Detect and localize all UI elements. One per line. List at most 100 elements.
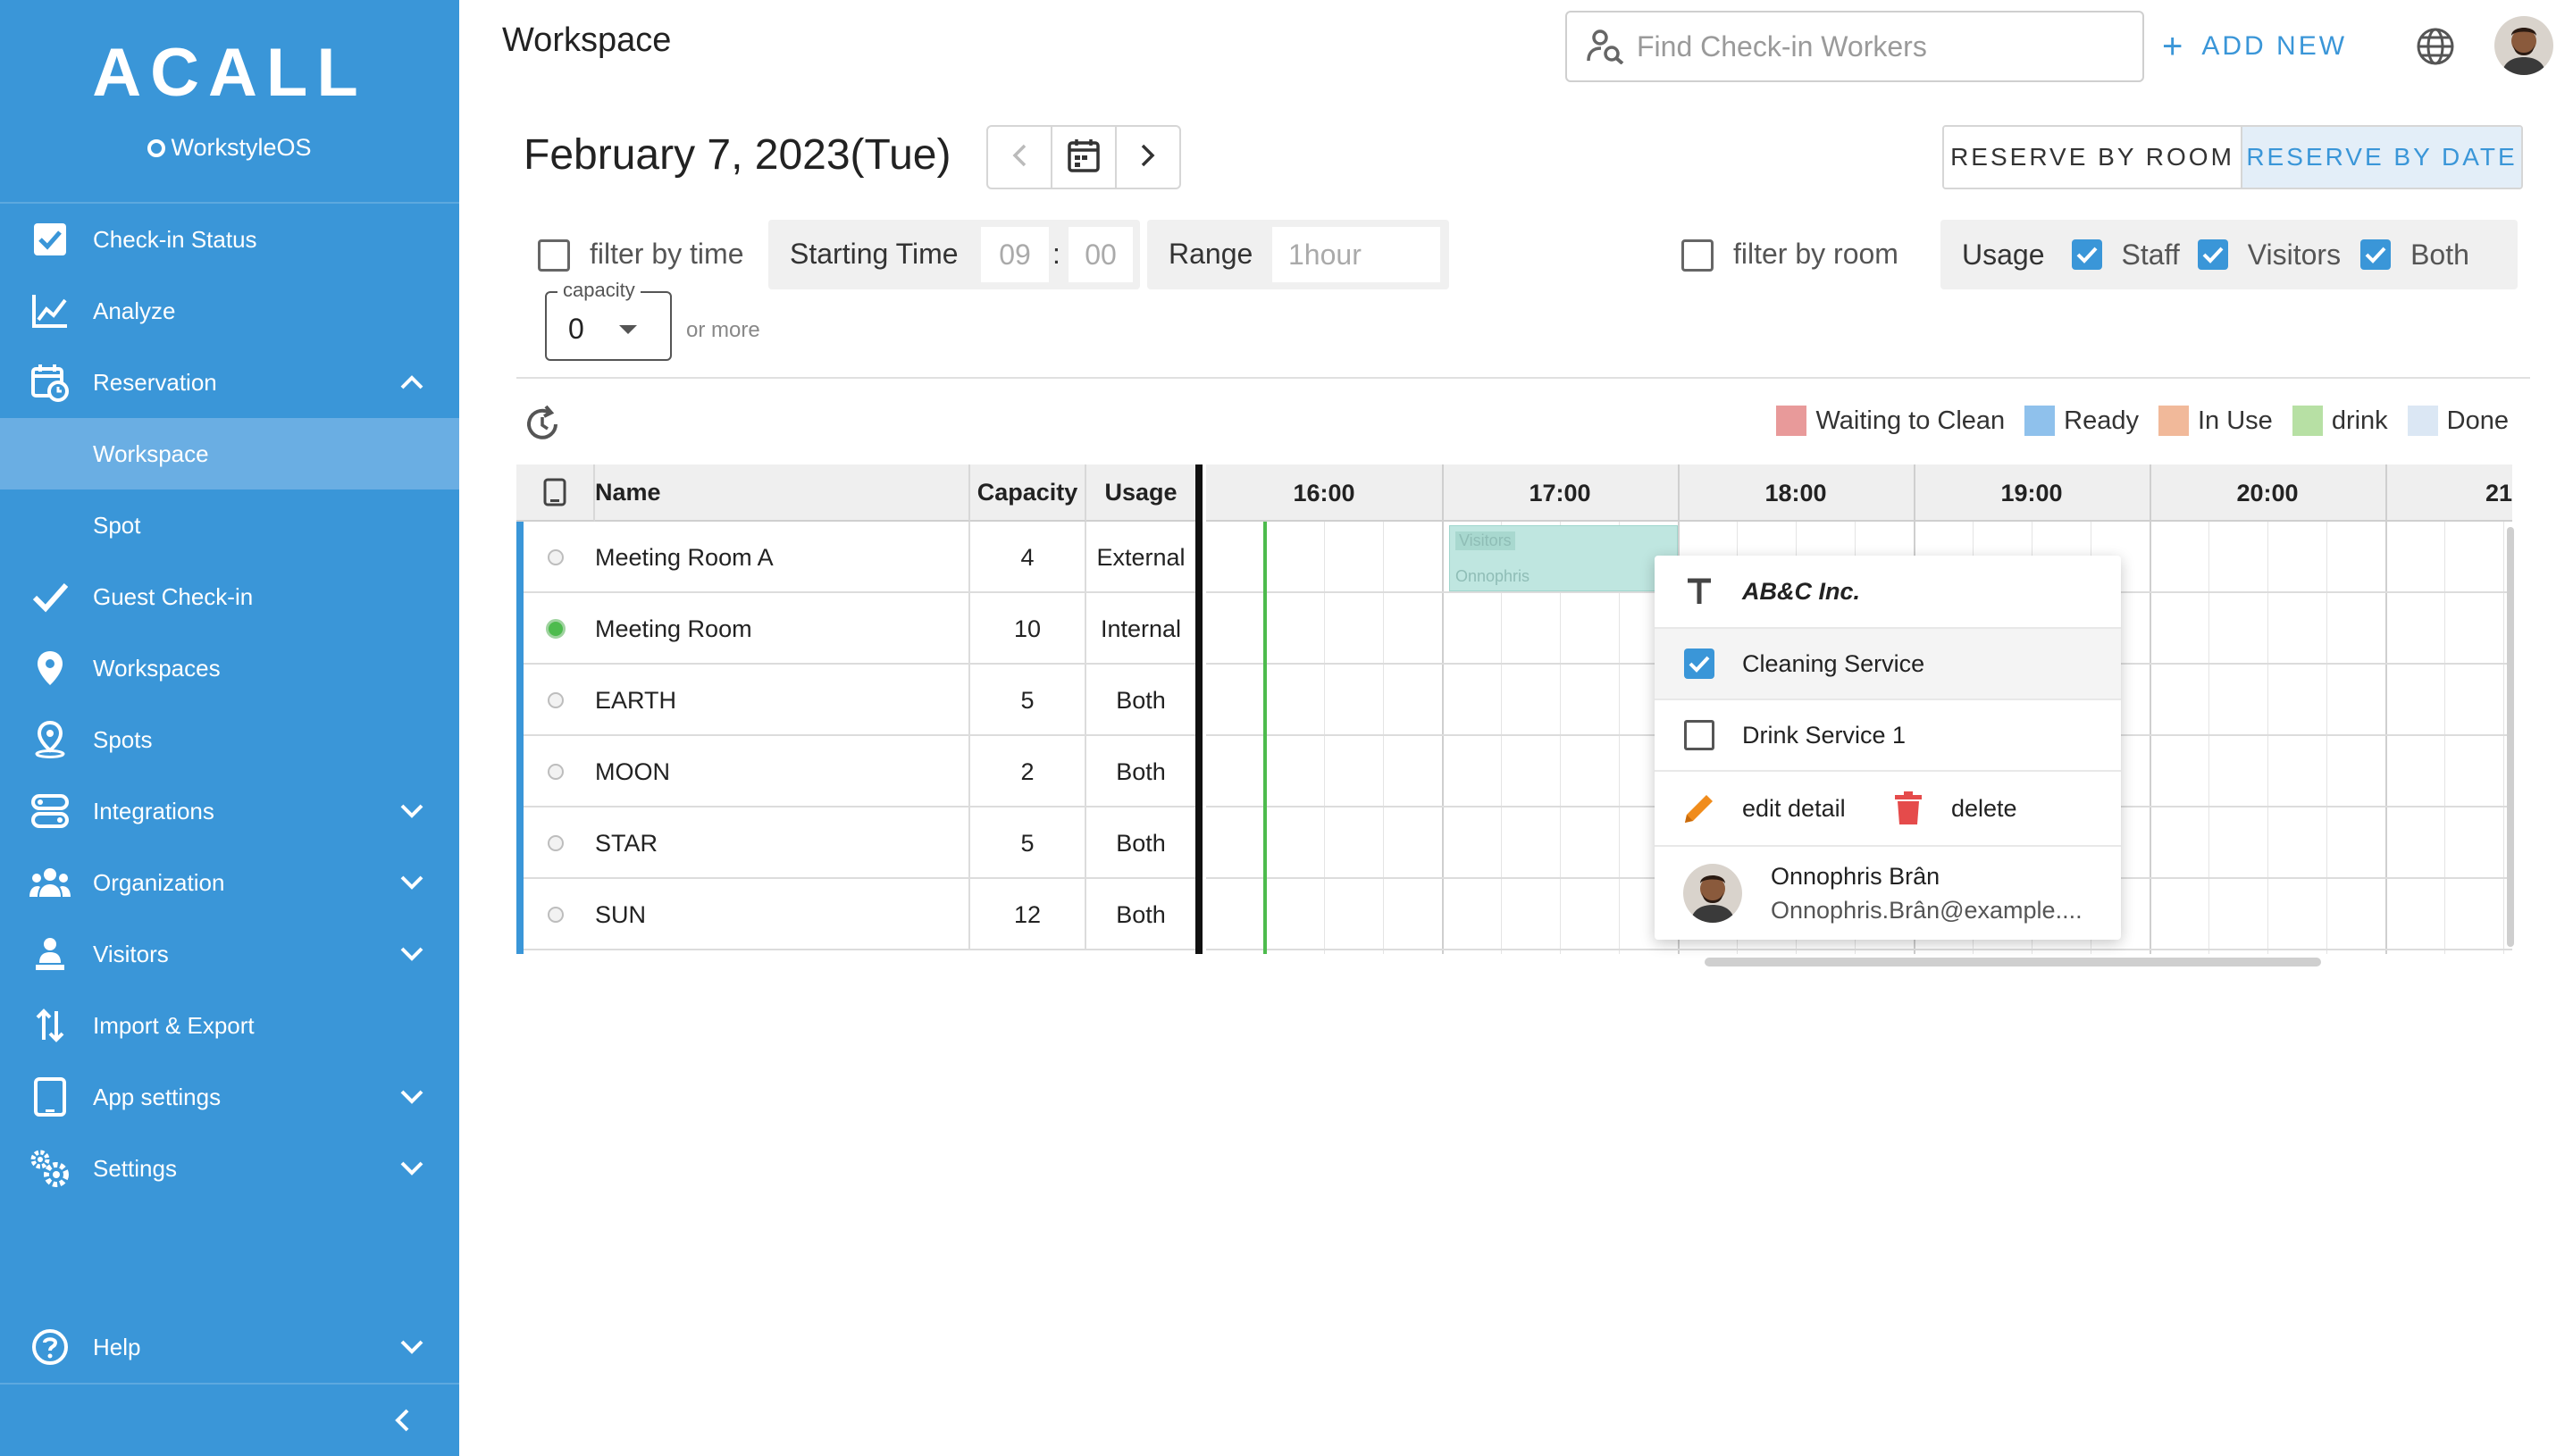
status-dot-active bbox=[546, 619, 566, 639]
both-checkbox[interactable] bbox=[2360, 239, 2392, 270]
legend-swatch bbox=[1776, 406, 1807, 436]
caret-down-icon bbox=[618, 323, 638, 339]
visitors-label: Visitors bbox=[2247, 238, 2342, 271]
sidebar-item-checkin-status[interactable]: Check-in Status bbox=[0, 204, 459, 275]
sidebar-item-spot[interactable]: Spot bbox=[0, 490, 459, 561]
location-pin-icon bbox=[29, 718, 71, 761]
globe-icon[interactable] bbox=[2416, 27, 2455, 66]
room-name: SUN bbox=[595, 879, 970, 950]
room-name: Meeting Room A bbox=[595, 522, 970, 593]
sidebar-item-organization[interactable]: Organization bbox=[0, 847, 459, 918]
reservation-block[interactable]: Visitors Onnophris bbox=[1449, 525, 1678, 591]
table-row[interactable]: MOON 2 Both bbox=[516, 736, 1195, 807]
cleaning-service-option[interactable]: Cleaning Service bbox=[1655, 629, 2121, 700]
popup-title-row: AB&C Inc. bbox=[1655, 556, 2121, 629]
avatar[interactable] bbox=[2494, 16, 2553, 75]
status-dot bbox=[548, 835, 564, 851]
sidebar-item-guest-checkin[interactable]: Guest Check-in bbox=[0, 561, 459, 632]
status-dot bbox=[548, 907, 564, 923]
add-new-button[interactable]: + ADD NEW bbox=[2162, 25, 2347, 68]
grid-line bbox=[2503, 522, 2504, 954]
drink-service-label: Drink Service 1 bbox=[1742, 721, 1907, 749]
sidebar-item-workspace[interactable]: Workspace bbox=[0, 418, 459, 490]
prev-day-button[interactable] bbox=[988, 127, 1051, 188]
sidebar-item-label: Visitors bbox=[93, 940, 169, 967]
room-name: EARTH bbox=[595, 665, 970, 736]
room-table: Name Capacity Usage Meeting Room A 4 Ext… bbox=[516, 464, 1195, 954]
capacity-value: 0 bbox=[568, 313, 584, 345]
sidebar-item-app-settings[interactable]: App settings bbox=[0, 1061, 459, 1133]
both-label: Both bbox=[2410, 238, 2469, 271]
table-accent-bar bbox=[516, 522, 524, 954]
table-row[interactable]: STAR 5 Both bbox=[516, 807, 1195, 879]
legend-swatch bbox=[2407, 406, 2438, 436]
visitors-checkbox[interactable] bbox=[2197, 239, 2228, 270]
search-input[interactable] bbox=[1635, 29, 2117, 64]
next-day-button[interactable] bbox=[1115, 127, 1179, 188]
table-row[interactable]: SUN 12 Both bbox=[516, 879, 1195, 950]
ring-icon bbox=[147, 139, 166, 157]
capacity-label: capacity bbox=[557, 279, 641, 302]
hour-label: 20:00 bbox=[2236, 479, 2299, 506]
staff-checkbox[interactable] bbox=[2071, 239, 2102, 270]
calendar-button[interactable] bbox=[1051, 127, 1115, 188]
divider bbox=[516, 377, 2530, 379]
map-pin-icon bbox=[29, 647, 71, 690]
sidebar-item-workspaces[interactable]: Workspaces bbox=[0, 632, 459, 704]
sidebar-item-label: Reservation bbox=[93, 368, 217, 396]
search-box[interactable] bbox=[1565, 11, 2144, 82]
sidebar-item-reservation[interactable]: Reservation bbox=[0, 347, 459, 418]
vertical-scrollbar[interactable] bbox=[2507, 527, 2514, 947]
grid-line bbox=[2326, 522, 2327, 954]
reserve-by-room-button[interactable]: RESERVE BY ROOM bbox=[1944, 127, 2241, 188]
sidebar-item-integrations[interactable]: Integrations bbox=[0, 775, 459, 847]
group-icon bbox=[29, 861, 71, 904]
range-input[interactable]: 1hour bbox=[1272, 227, 1440, 282]
refresh-icon[interactable] bbox=[522, 404, 565, 447]
range-panel: Range 1hour bbox=[1147, 220, 1449, 289]
user-name: Onnophris Brân bbox=[1771, 863, 1940, 890]
hour-label: 19:00 bbox=[2000, 479, 2063, 506]
drink-service-option[interactable]: Drink Service 1 bbox=[1655, 700, 2121, 772]
horizontal-scrollbar[interactable] bbox=[1705, 958, 2321, 966]
chevron-down-icon bbox=[397, 796, 427, 826]
chevron-right-icon bbox=[1140, 143, 1156, 172]
table-row[interactable]: Meeting Room 10 Internal bbox=[516, 593, 1195, 665]
collapse-sidebar-icon[interactable] bbox=[384, 1402, 420, 1438]
edit-detail-button[interactable]: edit detail bbox=[1655, 771, 1889, 846]
hour-input[interactable]: 09 bbox=[981, 227, 1049, 282]
acall-logo[interactable]: ACALL bbox=[0, 34, 459, 112]
legend-drink: drink bbox=[2292, 406, 2388, 436]
delete-button[interactable]: delete bbox=[1889, 771, 2017, 846]
sidebar-item-help[interactable]: Help bbox=[0, 1311, 459, 1383]
capacity-select[interactable]: capacity 0 bbox=[545, 279, 672, 361]
popup-actions-row: edit detail delete bbox=[1655, 772, 2121, 847]
filter-by-time-checkbox[interactable] bbox=[538, 239, 570, 272]
sublogo-text: WorkstyleOS bbox=[171, 134, 312, 161]
sidebar-item-analyze[interactable]: Analyze bbox=[0, 275, 459, 347]
grid-line bbox=[2208, 522, 2209, 954]
table-row[interactable]: Meeting Room A 4 External bbox=[516, 522, 1195, 593]
capacity-header: Capacity bbox=[970, 464, 1086, 522]
chevron-down-icon bbox=[397, 1153, 427, 1184]
minute-input[interactable]: 00 bbox=[1069, 227, 1133, 282]
sidebar-item-visitors[interactable]: Visitors bbox=[0, 918, 459, 990]
sidebar-item-import-export[interactable]: Import & Export bbox=[0, 990, 459, 1061]
select-all-checkbox[interactable] bbox=[543, 478, 566, 506]
hour-line bbox=[2150, 464, 2151, 954]
import-export-icon bbox=[29, 1004, 71, 1047]
reservation-popup: AB&C Inc. Cleaning Service Drink Service… bbox=[1655, 556, 2121, 940]
chevron-down-icon bbox=[397, 867, 427, 898]
filter-by-room-checkbox[interactable] bbox=[1681, 239, 1714, 272]
table-row[interactable]: EARTH 5 Both bbox=[516, 665, 1195, 736]
gears-icon bbox=[29, 1147, 71, 1190]
sidebar-item-spots[interactable]: Spots bbox=[0, 704, 459, 775]
sidebar-item-label: Check-in Status bbox=[93, 225, 257, 253]
status-legend: Waiting to Clean Ready In Use drink Done bbox=[1756, 406, 2509, 436]
workstyleos-logo: WorkstyleOS bbox=[0, 134, 459, 162]
sidebar-item-settings[interactable]: Settings bbox=[0, 1133, 459, 1204]
reserve-by-date-button[interactable]: RESERVE BY DATE bbox=[2241, 127, 2521, 188]
integrations-icon bbox=[29, 790, 71, 833]
grid-line bbox=[1383, 522, 1384, 954]
grid-line bbox=[2267, 522, 2268, 954]
